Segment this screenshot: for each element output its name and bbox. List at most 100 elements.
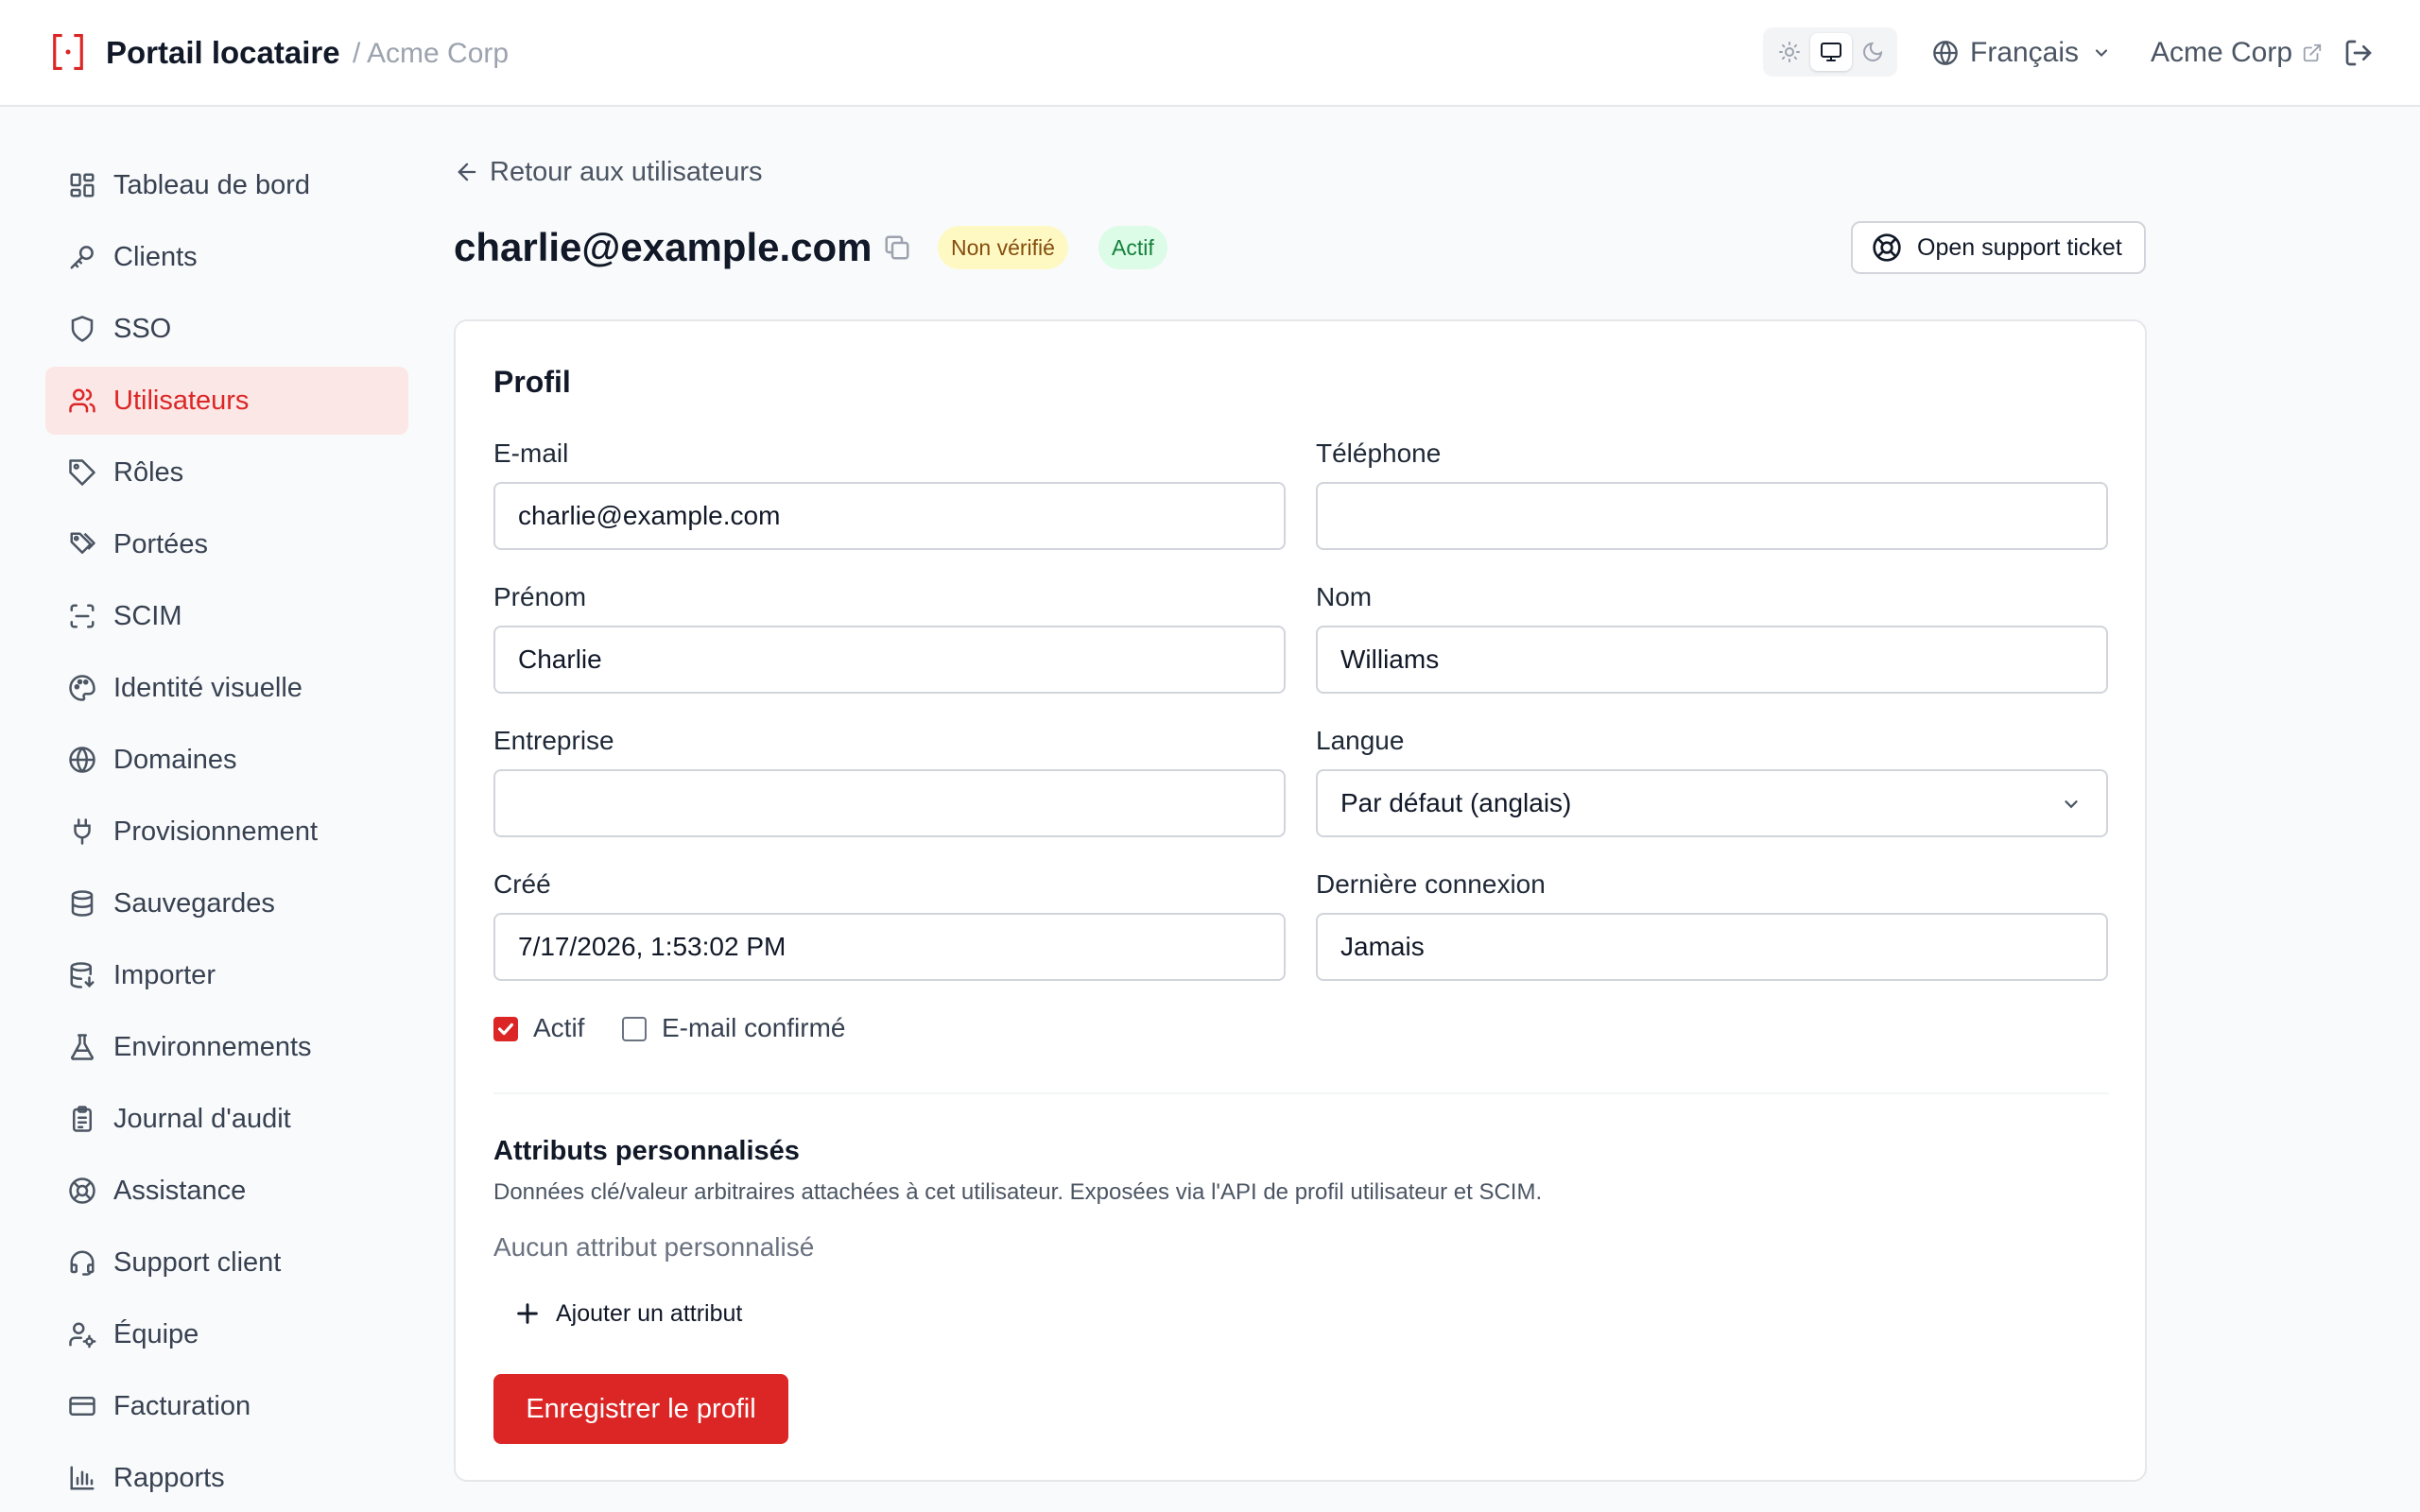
sidebar-item-label: Rapports (113, 1462, 225, 1493)
sidebar-item-domains[interactable]: Domaines (45, 726, 408, 794)
sidebar-item-audit-log[interactable]: Journal d'audit (45, 1085, 408, 1153)
language-select[interactable]: Par défaut (anglais) (1316, 769, 2108, 837)
lastname-field[interactable]: Williams (1316, 626, 2108, 694)
language-select-value: Par défaut (anglais) (1340, 788, 1572, 817)
globe-icon (1932, 40, 1959, 66)
sidebar-item-backups[interactable]: Sauvegardes (45, 869, 408, 937)
sidebar-item-label: Assistance (113, 1175, 247, 1206)
back-link-label: Retour aux utilisateurs (490, 156, 763, 187)
headset-icon (68, 1248, 96, 1277)
email-label: E-mail (493, 438, 569, 468)
lastlogin-label: Dernière connexion (1316, 869, 1546, 899)
scan-icon (68, 602, 96, 630)
arrow-left-icon (454, 159, 480, 185)
database-icon (68, 889, 96, 918)
sidebar-item-label: SCIM (113, 600, 182, 631)
plus-icon (514, 1300, 541, 1327)
users-icon (68, 387, 96, 415)
top-header: Portail locataire / Acme Corp Français A… (0, 0, 2420, 107)
custom-attributes-title: Attributs personnalisés (493, 1136, 800, 1166)
firstname-label: Prénom (493, 582, 587, 611)
status-badge-active: Actif (1098, 226, 1167, 269)
sidebar-item-dashboard[interactable]: Tableau de bord (45, 151, 408, 219)
sidebar-item-label: Provisionnement (113, 816, 318, 847)
company-label: Entreprise (493, 726, 614, 755)
created-label: Créé (493, 869, 551, 899)
back-to-users-link[interactable]: Retour aux utilisateurs (454, 153, 763, 191)
sidebar-item-billing[interactable]: Facturation (45, 1372, 408, 1440)
lastlogin-field[interactable]: Jamais (1316, 913, 2108, 981)
active-checkbox[interactable] (493, 1017, 518, 1041)
sidebar-item-roles[interactable]: Rôles (45, 438, 408, 507)
sidebar-item-customer-support[interactable]: Support client (45, 1228, 408, 1297)
profile-title: Profil (493, 365, 571, 399)
open-support-ticket-button[interactable]: Open support ticket (1851, 221, 2146, 274)
sidebar-item-reports[interactable]: Rapports (45, 1444, 408, 1512)
check-icon (495, 1019, 516, 1040)
chevron-down-icon (2061, 794, 2082, 815)
add-attribute-label: Ajouter un attribut (556, 1299, 743, 1327)
add-attribute-button[interactable]: Ajouter un attribut (514, 1297, 742, 1331)
logout-icon[interactable] (2343, 38, 2374, 68)
user-gear-icon (68, 1320, 96, 1349)
sidebar-item-label: Rôles (113, 456, 184, 488)
copy-icon[interactable] (883, 233, 911, 262)
brand-logo-icon (50, 32, 86, 72)
sidebar-item-users[interactable]: Utilisateurs (45, 367, 408, 435)
sidebar-item-scopes[interactable]: Portées (45, 510, 408, 578)
sidebar-item-label: Tableau de bord (113, 169, 310, 200)
sidebar-item-branding[interactable]: Identité visuelle (45, 654, 408, 722)
theme-light-button[interactable] (1769, 33, 1810, 71)
sidebar-nav: Tableau de bord Clients SSO Utilisateurs… (45, 151, 408, 1512)
sidebar-item-sso[interactable]: SSO (45, 295, 408, 363)
created-field[interactable]: 7/17/2026, 1:53:02 PM (493, 913, 1286, 981)
database-import-icon (68, 961, 96, 989)
company-field[interactable] (493, 769, 1286, 837)
monitor-icon (1820, 41, 1842, 63)
sidebar-item-label: Support client (113, 1246, 282, 1278)
card-icon (68, 1392, 96, 1420)
theme-system-button[interactable] (1810, 33, 1852, 71)
sidebar-item-label: SSO (113, 313, 172, 344)
sidebar-item-environments[interactable]: Environnements (45, 1013, 408, 1081)
sidebar-item-label: Clients (113, 241, 198, 272)
sidebar-item-label: Équipe (113, 1318, 199, 1349)
lifebuoy-icon (1872, 232, 1902, 263)
sidebar-item-label: Domaines (113, 744, 237, 775)
email-confirmed-label: E-mail confirmé (662, 1013, 846, 1042)
sidebar-item-import[interactable]: Importer (45, 941, 408, 1009)
sidebar-item-label: Sauvegardes (113, 887, 275, 919)
theme-toggle (1763, 27, 1897, 77)
sidebar-item-clients[interactable]: Clients (45, 223, 408, 291)
sidebar-item-scim[interactable]: SCIM (45, 582, 408, 650)
language-label: Langue (1316, 726, 1405, 755)
custom-attributes-description: Données clé/valeur arbitraires attachées… (493, 1179, 1543, 1205)
email-field[interactable]: charlie@example.com (493, 482, 1286, 550)
firstname-field[interactable]: Charlie (493, 626, 1286, 694)
chevron-down-icon (2092, 43, 2111, 62)
language-selector[interactable]: Français (1932, 32, 2122, 74)
save-profile-button[interactable]: Enregistrer le profil (493, 1374, 788, 1444)
active-checkbox-label: Actif (533, 1013, 585, 1042)
sidebar-item-label: Environnements (113, 1031, 312, 1062)
sidebar-item-provisioning[interactable]: Provisionnement (45, 798, 408, 866)
custom-attributes-empty: Aucun attribut personnalisé (493, 1232, 815, 1262)
tenant-org: / Acme Corp (353, 38, 510, 69)
sidebar-item-team[interactable]: Équipe (45, 1300, 408, 1368)
phone-label: Téléphone (1316, 438, 1442, 468)
org-link-label: Acme Corp (2151, 37, 2293, 68)
palette-icon (68, 674, 96, 702)
sidebar-item-assistance[interactable]: Assistance (45, 1157, 408, 1225)
phone-field[interactable] (1316, 482, 2108, 550)
email-confirmed-checkbox[interactable] (622, 1017, 647, 1041)
key-icon (68, 243, 96, 271)
org-external-link[interactable]: Acme Corp (2151, 32, 2323, 74)
plug-icon (68, 817, 96, 846)
lifebuoy-icon (68, 1177, 96, 1205)
sun-icon (1778, 41, 1801, 63)
theme-dark-button[interactable] (1852, 33, 1893, 71)
sidebar-item-label: Portées (113, 528, 208, 559)
lastname-label: Nom (1316, 582, 1373, 611)
sidebar-item-label: Identité visuelle (113, 672, 302, 703)
sidebar-item-label: Facturation (113, 1390, 251, 1421)
